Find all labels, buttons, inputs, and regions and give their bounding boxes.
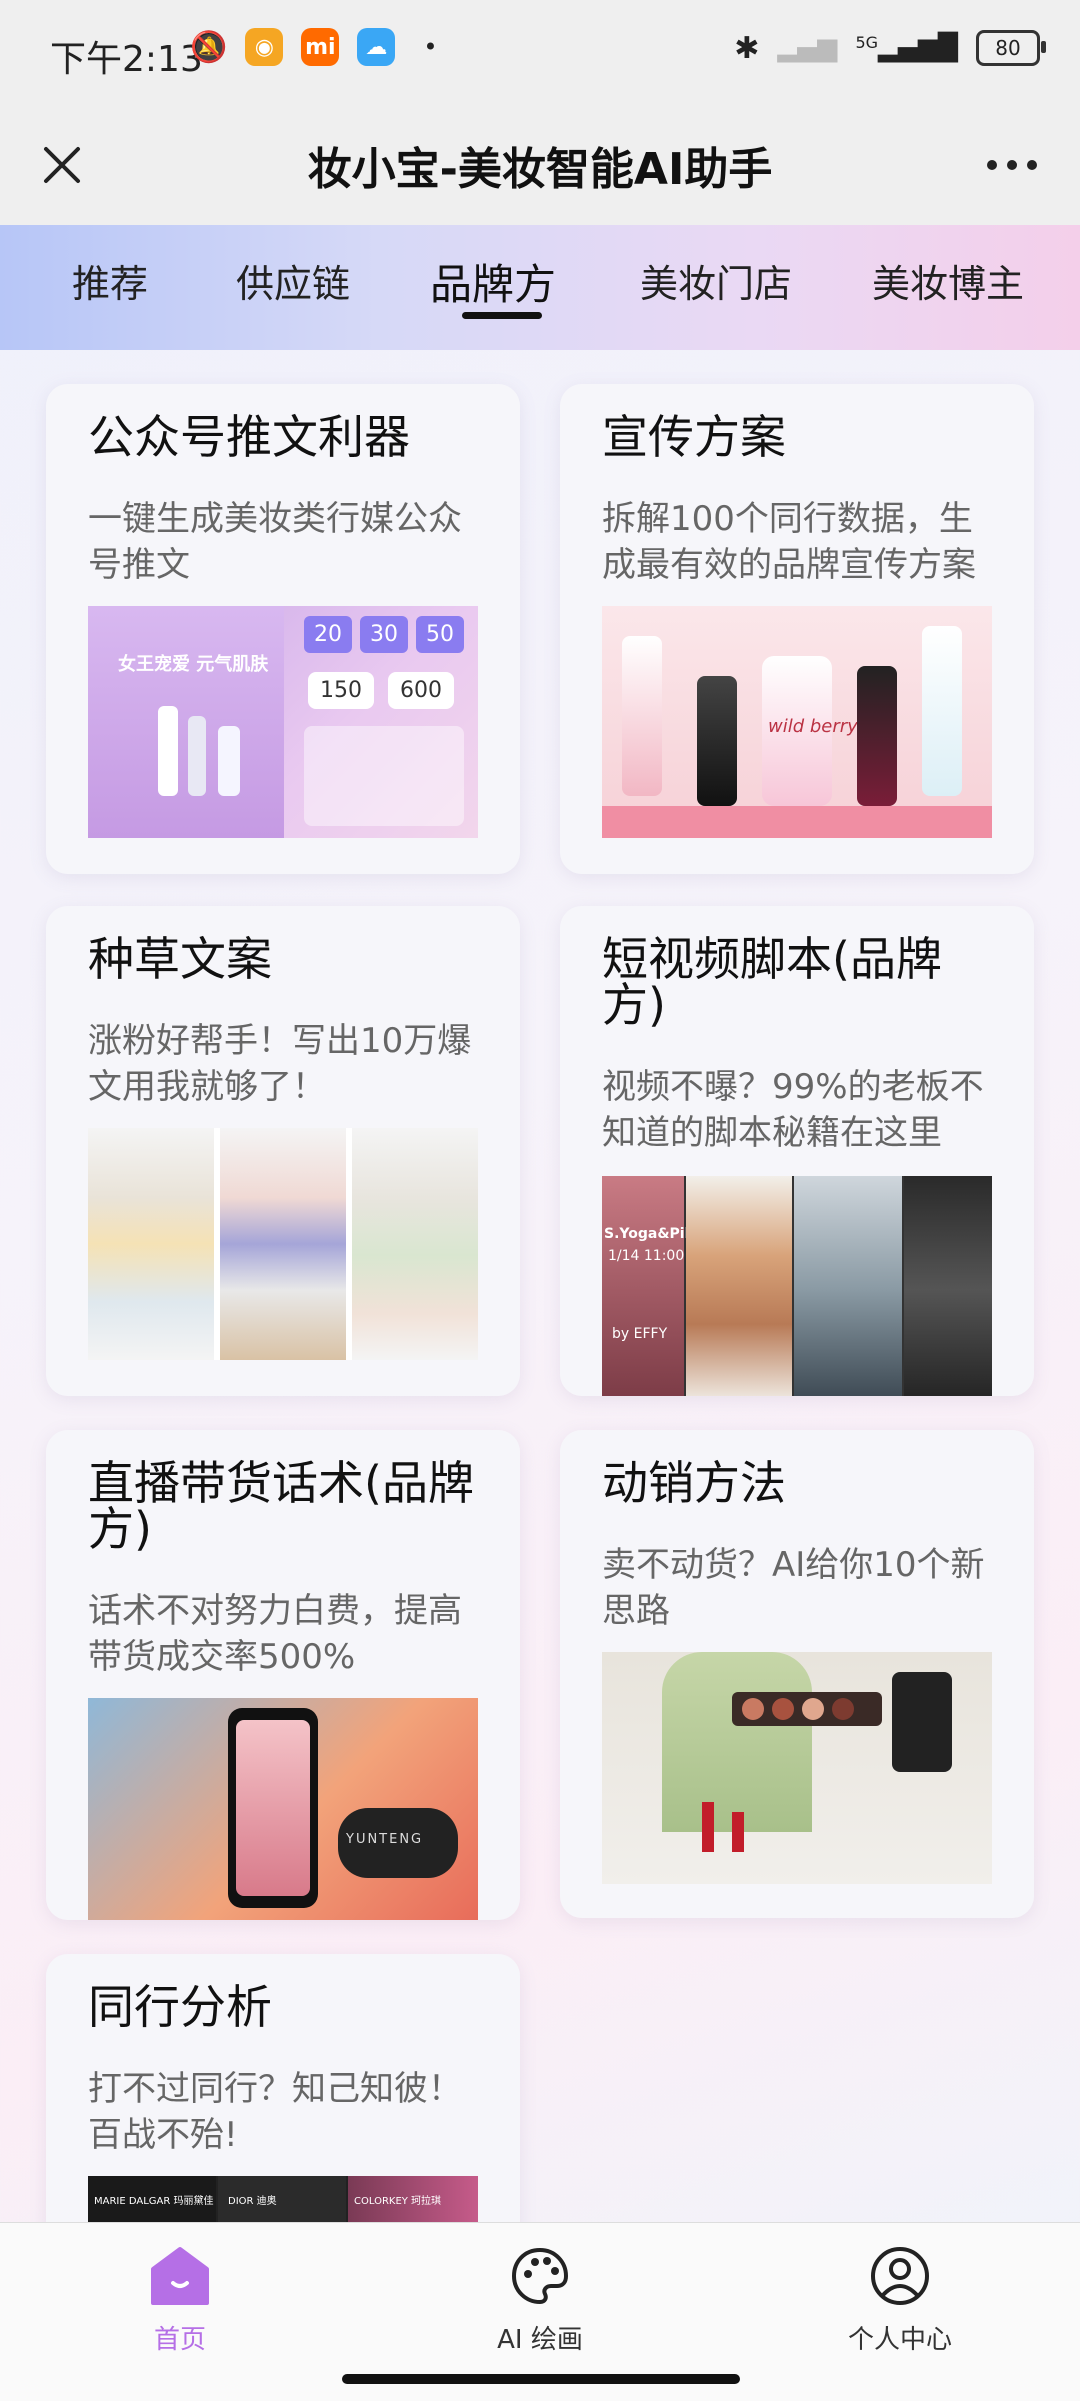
active-tab-indicator xyxy=(462,312,542,319)
nav-profile-label: 个人中心 xyxy=(847,2325,952,2355)
palette-icon xyxy=(511,2247,569,2305)
coupon-b: 30 xyxy=(360,616,408,653)
status-time: 下午2:13 xyxy=(50,39,203,80)
card-thumbnail: wild berry xyxy=(602,606,992,838)
card-desc: 一键生成美妆类行媒公众号推文 xyxy=(88,499,462,585)
status-app-icons: 🔕 ◉ mi ☁ • xyxy=(190,28,438,66)
dot-icon: • xyxy=(423,33,438,61)
weibo-app-icon: ◉ xyxy=(245,28,284,66)
battery-level: 80 xyxy=(995,36,1021,60)
tab-beauty-store[interactable]: 美妆门店 xyxy=(640,253,792,308)
more-button[interactable] xyxy=(972,133,1052,197)
card-thumbnail: S.Yoga&Pilates 1/14 11:00 by EFFY xyxy=(602,1176,992,1396)
tab-brand[interactable]: 品牌方 xyxy=(430,251,556,312)
coupon-a: 20 xyxy=(304,616,352,653)
home-indicator[interactable] xyxy=(342,2374,740,2384)
poster-headline: 女王宠爱 元气肌肤 xyxy=(118,654,269,675)
bottle-label: wild berry xyxy=(768,716,858,737)
category-tabs: 推荐 供应链 品牌方 美妆门店 美妆博主 xyxy=(0,225,1080,350)
tool-card-seeding-copy[interactable]: 种草文案 涨粉好帮手！写出10万爆文用我就够了！ xyxy=(46,906,520,1396)
battery-icon: 80 xyxy=(976,30,1046,66)
tool-card-promo-plan[interactable]: 宣传方案 拆解100个同行数据，生成最有效的品牌宣传方案 wild berry xyxy=(560,384,1034,874)
stand-brand: YUNTENG xyxy=(346,1832,424,1847)
card-desc: 视频不曝？99%的老板不知道的脚本秘籍在这里 xyxy=(602,1067,984,1153)
tool-card-competitor-analysis[interactable]: 同行分析 打不过同行？知己知彼！百战不殆! MARIE DALGAR 玛丽黛佳 … xyxy=(46,1954,520,2254)
card-title: 宣传方案 xyxy=(602,410,786,464)
card-title: 同行分析 xyxy=(88,1980,272,2034)
price-a: 150 xyxy=(308,672,374,709)
card-thumbnail: 女王宠爱 元气肌肤 20 30 50 150 600 xyxy=(88,606,478,838)
card-desc: 打不过同行？知己知彼！百战不殆! xyxy=(88,2069,462,2155)
tool-card-wechat-article[interactable]: 公众号推文利器 一键生成美妆类行媒公众号推文 女王宠爱 元气肌肤 20 30 5… xyxy=(46,384,520,874)
card-thumbnail: YUNTENG xyxy=(88,1698,478,1920)
nav-home-label: 首页 xyxy=(153,2325,206,2355)
cloud-app-icon: ☁ xyxy=(357,28,396,66)
card-title: 动销方法 xyxy=(602,1456,786,1510)
signal-weak-icon: ▂▄▆ xyxy=(777,33,838,63)
peer-c: COLORKEY 珂拉琪 xyxy=(354,2196,442,2207)
home-icon xyxy=(151,2247,209,2305)
card-title: 种草文案 xyxy=(88,932,272,986)
tab-beauty-blogger[interactable]: 美妆博主 xyxy=(872,253,1024,308)
status-bar: 下午2:13 🔕 ◉ mi ☁ • ✱ ▂▄▆ 5G▂▄▆█ 80 xyxy=(0,0,1080,105)
more-dot xyxy=(1027,160,1037,170)
tab-supply-chain[interactable]: 供应链 xyxy=(236,253,350,308)
nav-ai-drawing[interactable]: AI 绘画 xyxy=(440,2245,640,2356)
card-desc: 拆解100个同行数据，生成最有效的品牌宣传方案 xyxy=(602,499,976,585)
card-thumbnail xyxy=(602,1652,992,1884)
more-dot xyxy=(1007,160,1017,170)
network-label: 5G xyxy=(855,33,879,52)
nav-ai-drawing-label: AI 绘画 xyxy=(497,2325,583,2355)
card-title: 短视频脚本(品牌方) xyxy=(602,932,942,1032)
mi-app-icon: mi xyxy=(301,28,340,66)
nav-profile[interactable]: 个人中心 xyxy=(800,2245,1000,2356)
nav-home[interactable]: 首页 xyxy=(80,2245,280,2356)
peer-a: MARIE DALGAR 玛丽黛佳 xyxy=(94,2196,214,2207)
card-title: 公众号推文利器 xyxy=(88,410,410,464)
card-desc: 话术不对努力白费，提高带货成交率500% xyxy=(88,1591,462,1677)
bell-off-icon: 🔕 xyxy=(190,29,228,65)
status-right: ✱ ▂▄▆ 5G▂▄▆█ 80 xyxy=(734,30,1046,66)
yoga-by: by EFFY xyxy=(612,1326,668,1342)
tab-recommend[interactable]: 推荐 xyxy=(72,253,148,308)
card-thumbnail xyxy=(88,1128,478,1360)
tool-card-sell-through[interactable]: 动销方法 卖不动货？AI给你10个新思路 xyxy=(560,1430,1034,1918)
bluetooth-icon: ✱ xyxy=(734,30,760,66)
price-b: 600 xyxy=(388,672,454,709)
more-dot xyxy=(987,160,997,170)
title-bar: 妆小宝-美妆智能AI助手 xyxy=(0,105,1080,225)
card-desc: 涨粉好帮手！写出10万爆文用我就够了！ xyxy=(88,1021,472,1107)
page-title: 妆小宝-美妆智能AI助手 xyxy=(307,144,773,195)
tool-card-live-sales-script[interactable]: 直播带货话术(品牌方) 话术不对努力白费，提高带货成交率500% YUNTENG xyxy=(46,1430,520,1920)
yoga-date: 1/14 11:00 xyxy=(608,1248,685,1264)
signal-5g-icon: 5G▂▄▆█ xyxy=(855,33,958,63)
peer-b: DIOR 迪奥 xyxy=(228,2196,277,2207)
tool-card-short-video-script[interactable]: 短视频脚本(品牌方) 视频不曝？99%的老板不知道的脚本秘籍在这里 S.Yoga… xyxy=(560,906,1034,1396)
user-icon xyxy=(871,2247,929,2305)
card-desc: 卖不动货？AI给你10个新思路 xyxy=(602,1545,985,1631)
coupon-c: 50 xyxy=(416,616,464,653)
card-title: 直播带货话术(品牌方) xyxy=(88,1456,474,1556)
